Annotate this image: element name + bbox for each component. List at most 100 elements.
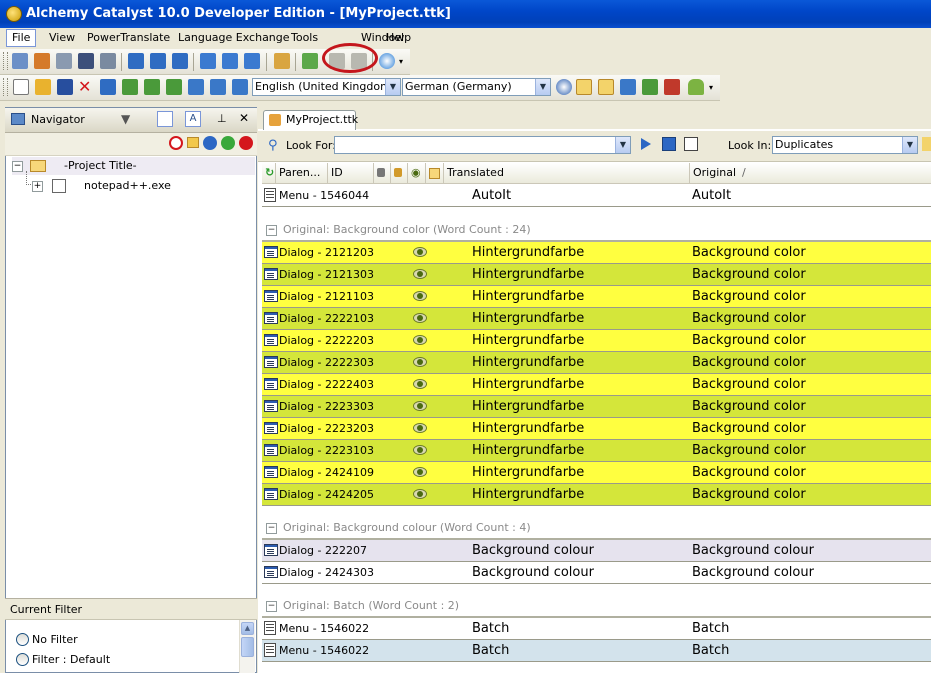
chevron-down-icon[interactable]: ▼ (385, 79, 400, 95)
wrench-icon[interactable] (664, 79, 680, 95)
expand-icon[interactable]: + (32, 181, 43, 192)
table-row[interactable]: Menu - 1546022 Batch Batch (262, 640, 931, 662)
refresh-icon[interactable]: ↻ (265, 166, 274, 179)
column-id[interactable]: ID (328, 163, 374, 183)
tool-icon[interactable] (128, 53, 144, 69)
tool-icon[interactable] (598, 79, 614, 95)
tool-icon[interactable] (34, 53, 50, 69)
new-file-icon[interactable] (13, 79, 29, 95)
folder-icon[interactable] (187, 137, 199, 148)
table-row[interactable]: Dialog - 222207 Background colour Backgrou… (262, 540, 931, 562)
toolbar-grip[interactable] (3, 52, 8, 70)
help-icon[interactable] (556, 79, 572, 95)
close-icon[interactable]: ✕ (239, 111, 249, 125)
column-parent[interactable]: Paren... (276, 163, 328, 183)
tab-myproject[interactable]: MyProject.ttk (263, 110, 358, 130)
scroll-thumb[interactable] (241, 637, 254, 657)
refresh-column[interactable]: ↻ (262, 163, 276, 183)
chevron-down-icon[interactable]: ▼ (615, 137, 630, 153)
collapse-icon[interactable]: − (12, 161, 23, 172)
checkbox-icon[interactable] (684, 137, 698, 151)
target-language-select[interactable]: German (Germany) ▼ (402, 78, 551, 96)
collapse-icon[interactable]: − (266, 523, 277, 534)
column-note[interactable] (426, 163, 444, 183)
tree-item-file[interactable]: + notepad++.exe (26, 171, 226, 195)
tool-icon[interactable] (122, 79, 138, 95)
table-row[interactable]: Dialog - 2121203 Hintergrundfarbe Backgrou… (262, 242, 931, 264)
find-icon[interactable] (100, 79, 116, 95)
toolbar-overflow-icon[interactable]: ▾ (709, 83, 713, 92)
tool-icon[interactable] (576, 79, 592, 95)
table-row[interactable]: Menu - 1546022 Batch Batch (262, 618, 931, 640)
delete-icon[interactable]: ✕ (78, 78, 91, 96)
tool-icon[interactable] (78, 53, 94, 69)
table-row[interactable]: Dialog - 2222403 Hintergrundfarbe Backgrou… (262, 374, 931, 396)
text-view-icon[interactable]: A (185, 111, 201, 127)
tool-icon[interactable] (274, 53, 290, 69)
table-row[interactable]: Dialog - 2121303 Hintergrundfarbe Backgrou… (262, 264, 931, 286)
group-header[interactable]: − Original: Background colour (Word Coun… (262, 517, 931, 539)
tree-root[interactable]: − -Project Title- (12, 157, 255, 175)
help-icon[interactable] (379, 53, 395, 69)
back-icon[interactable] (221, 136, 235, 150)
collapse-icon[interactable]: − (266, 601, 277, 612)
chevron-down-icon[interactable]: ▼ (902, 137, 917, 153)
default-filter-radio[interactable] (16, 653, 29, 666)
column-original[interactable]: Original / (690, 163, 931, 183)
tool-icon[interactable] (210, 79, 226, 95)
menu-tools[interactable]: Tools (286, 30, 323, 46)
column-lock[interactable] (374, 163, 391, 183)
toolbar-overflow-icon[interactable]: ▾ (399, 57, 403, 66)
group-header[interactable]: − Original: Batch (Word Count : 2) (262, 595, 931, 617)
column-visibility[interactable]: ◉ (408, 163, 426, 183)
tool-icon[interactable] (200, 53, 216, 69)
tool-icon[interactable] (172, 53, 188, 69)
tool-icon[interactable] (150, 53, 166, 69)
menu-powertranslate[interactable]: PowerTranslate (82, 30, 175, 46)
group-header[interactable]: − Original: Background color (Word Count… (262, 219, 931, 241)
tool-icon[interactable] (642, 79, 658, 95)
tool-icon[interactable] (620, 79, 636, 95)
table-row[interactable]: Dialog - 2222303 Hintergrundfarbe Backgrou… (262, 352, 931, 374)
menu-help[interactable]: Help (381, 30, 416, 46)
tool-icon[interactable] (232, 79, 248, 95)
menu-file[interactable]: File (6, 29, 37, 47)
look-in-select[interactable]: Duplicates ▼ (772, 136, 918, 154)
info-icon[interactable] (203, 136, 217, 150)
table-row[interactable]: Dialog - 2222203 Hintergrundfarbe Backgrou… (262, 330, 931, 352)
source-language-select[interactable]: English (United Kingdom) ▼ (252, 78, 401, 96)
table-row[interactable]: Dialog - 2223103 Hintergrundfarbe Backgrou… (262, 440, 931, 462)
table-row[interactable]: Dialog - 2222103 Hintergrundfarbe Backgrou… (262, 308, 931, 330)
column-lock2[interactable] (391, 163, 408, 183)
no-filter-radio[interactable] (16, 633, 29, 646)
tool-icon[interactable] (144, 79, 160, 95)
pin-icon[interactable]: ⊥ (217, 112, 227, 125)
look-for-input[interactable]: ▼ (334, 136, 631, 154)
open-folder-icon[interactable] (35, 79, 51, 95)
tool-icon[interactable] (302, 53, 318, 69)
android-icon[interactable] (688, 79, 704, 95)
tool-icon[interactable] (100, 53, 116, 69)
save-icon[interactable] (57, 79, 73, 95)
tool-icon[interactable] (222, 53, 238, 69)
column-translated[interactable]: Translated (444, 163, 690, 183)
tool-icon[interactable] (56, 53, 72, 69)
play-next-icon[interactable] (662, 137, 676, 151)
scroll-up-icon[interactable]: ▲ (241, 622, 254, 635)
table-row[interactable]: Dialog - 2121103 Hintergrundfarbe Backgrou… (262, 286, 931, 308)
table-row[interactable]: Dialog - 2424303 Background colour Backgro… (262, 562, 931, 584)
filter-scrollbar[interactable]: ▲ (239, 620, 255, 673)
tool-icon[interactable] (188, 79, 204, 95)
stop-icon[interactable] (169, 136, 183, 150)
tool-icon[interactable] (922, 137, 931, 151)
collapse-icon[interactable]: − (266, 225, 277, 236)
table-row[interactable]: Dialog - 2223203 Hintergrundfarbe Backgrou… (262, 418, 931, 440)
grid-view-icon[interactable] (157, 111, 173, 127)
table-row[interactable]: Dialog - 2424205 Hintergrundfarbe Backgrou… (262, 484, 931, 506)
table-row[interactable]: Dialog - 2424109 Hintergrundfarbe Backgrou… (262, 462, 931, 484)
table-row[interactable]: Menu - 1546044 AutoIt AutoIt (262, 185, 931, 207)
filter-icon[interactable]: ▼ (121, 112, 130, 126)
chevron-down-icon[interactable]: ▼ (535, 79, 550, 95)
toolbar-grip[interactable] (3, 78, 8, 96)
play-icon[interactable] (641, 138, 651, 150)
